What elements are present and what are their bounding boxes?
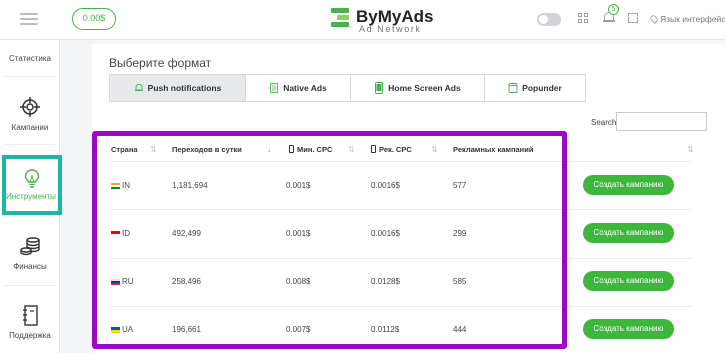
tab-label: Native Ads (283, 83, 327, 93)
format-tabs: Push notifications Native Ads Home Scree… (109, 74, 586, 102)
logo-subtitle: Ad Network (359, 24, 422, 34)
document-icon (270, 83, 279, 93)
tab-push-notifications[interactable]: Push notifications (110, 75, 246, 101)
language-selector[interactable]: Язык интерфейса (649, 14, 725, 24)
menu-toggle-icon[interactable] (20, 13, 38, 27)
sidebar: Статистика Кампании Инструменты Финансы … (0, 40, 62, 353)
tab-popunder[interactable]: Popunder (485, 75, 585, 101)
search-label: Search: (591, 118, 619, 127)
sort-icon[interactable]: ⇅ (687, 145, 694, 154)
tab-label: Home Screen Ads (388, 83, 461, 93)
tab-label: Push notifications (147, 83, 222, 93)
sidebar-item-support[interactable]: Поддержка (0, 305, 60, 340)
sidebar-divider (4, 76, 56, 77)
sidebar-item-tools[interactable]: Инструменты (2, 155, 62, 215)
create-campaign-button[interactable]: Создать кампанию (583, 223, 674, 243)
sidebar-item-label: Кампании (11, 123, 49, 132)
create-campaign-button[interactable]: Создать кампанию (583, 319, 674, 339)
table-highlight-frame (92, 131, 567, 349)
create-campaign-button[interactable]: Создать кампанию (583, 271, 674, 291)
target-icon (20, 97, 40, 117)
theme-toggle[interactable] (537, 13, 561, 26)
tab-home-screen-ads[interactable]: Home Screen Ads (351, 75, 485, 101)
logo-mark-icon (331, 8, 349, 28)
phone-icon (375, 82, 384, 94)
sidebar-item-label: Статистика (8, 54, 51, 63)
format-title: Выберите формат (109, 56, 212, 70)
sidebar-item-campaigns[interactable]: Кампании (0, 97, 60, 132)
sidebar-divider (4, 285, 56, 286)
tab-label: Popunder (522, 83, 562, 93)
sidebar-item-label: Поддержка (9, 331, 51, 340)
balance-button[interactable]: 0.00$ (72, 8, 116, 30)
language-label: Язык интерфейса (660, 14, 725, 24)
apps-grid-icon[interactable] (578, 13, 588, 23)
sidebar-item-statistics[interactable]: Статистика (0, 54, 60, 63)
bell-icon (134, 84, 143, 91)
tab-native-ads[interactable]: Native Ads (246, 75, 351, 101)
search-input[interactable] (616, 112, 707, 131)
coins-icon (20, 237, 40, 256)
notebook-icon (23, 305, 38, 326)
create-campaign-button[interactable]: Создать кампанию (583, 175, 674, 195)
sidebar-item-finance[interactable]: Финансы (0, 236, 60, 271)
sidebar-item-label: Финансы (13, 262, 47, 271)
lightbulb-icon (24, 169, 40, 188)
window-icon (508, 83, 518, 93)
location-pin-icon (649, 14, 659, 24)
fullscreen-icon[interactable] (628, 13, 638, 23)
notifications-badge: 5 (608, 4, 619, 15)
top-bar: 0.00$ ByMyAds Ad Network 5 Язык интерфей… (0, 0, 725, 40)
sidebar-item-label: Инструменты (6, 192, 56, 201)
sidebar-divider (4, 144, 56, 145)
